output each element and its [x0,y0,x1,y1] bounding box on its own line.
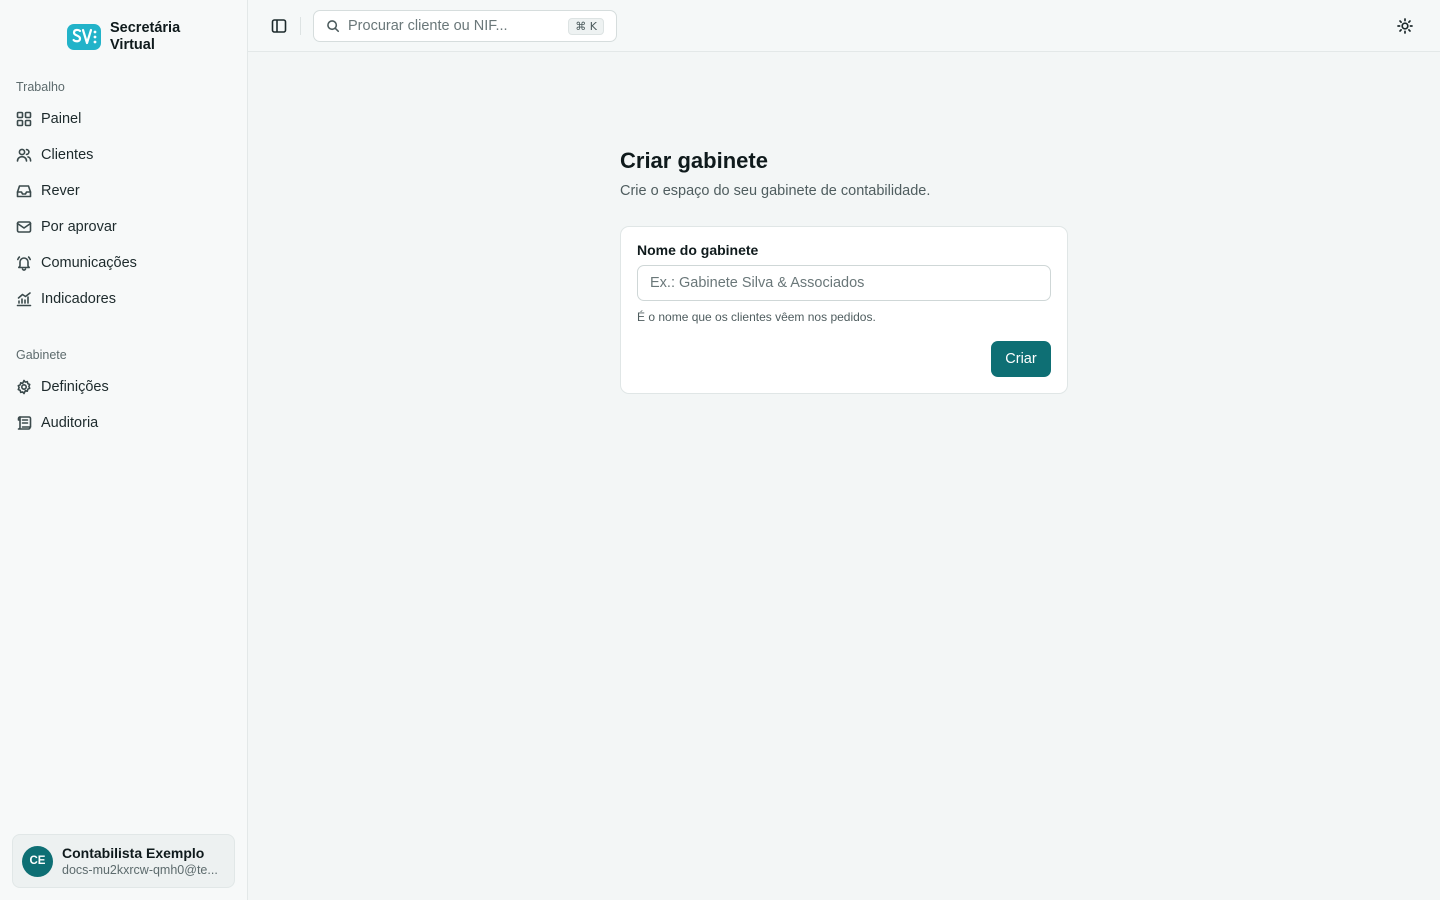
theme-toggle-button[interactable] [1394,15,1416,37]
sidebar-item-label: Clientes [41,147,94,163]
user-name: Contabilista Exemplo [62,845,205,861]
scroll-icon [16,415,32,431]
sun-icon [1397,18,1413,34]
users-icon [16,147,32,163]
sidebar-item-label: Auditoria [41,415,99,431]
chart-icon [16,291,32,307]
inbox-icon [16,183,32,199]
sidebar-item-label: Por aprovar [41,219,117,235]
sidebar-toggle-button[interactable] [268,15,290,37]
search-icon [327,20,340,33]
sidebar-toggle-icon [271,19,287,33]
sidebar-item-label: Definições [41,379,109,395]
sidebar-item-label: Rever [41,183,80,199]
sidebar-item-painel[interactable]: Painel [8,103,238,135]
topbar: ⌘ K [248,0,1440,52]
create-office-form: Nome do gabinete É o nome que os cliente… [620,226,1068,394]
section-label-trabalho: Trabalho [16,80,65,94]
sidebar-item-auditoria[interactable]: Auditoria [8,407,238,439]
sidebar-item-por-aprovar[interactable]: Por aprovar [8,211,238,243]
office-name-input[interactable] [637,265,1051,301]
sidebar: Secretária Virtual Trabalho Painel Clien… [0,0,248,900]
user-menu[interactable]: CE Contabilista Exemplo docs-mu2kxrcw-qm… [12,834,235,888]
page-title: Criar gabinete [620,148,768,173]
sidebar-item-label: Painel [41,111,82,127]
bell-icon [16,255,32,271]
avatar: CE [22,845,53,877]
brand-name: Secretária Virtual [110,20,190,54]
brand-name-line1: Secretária [110,20,181,36]
sidebar-item-comunicacoes[interactable]: Comunicações [8,247,238,279]
logo-icon [67,24,101,50]
user-email: docs-mu2kxrcw-qmh0@te... [62,863,218,877]
office-name-hint: É o nome que os clientes vêem nos pedido… [637,310,876,324]
sidebar-item-indicadores[interactable]: Indicadores [8,283,238,315]
create-button[interactable]: Criar [991,341,1051,377]
sidebar-item-rever[interactable]: Rever [8,175,238,207]
topbar-divider [300,17,301,35]
brand[interactable]: Secretária Virtual [66,18,190,56]
page-subtitle: Crie o espaço do seu gabinete de contabi… [620,183,931,199]
brand-name-line2: Virtual [110,37,155,53]
search-input[interactable] [348,18,563,34]
gear-icon [16,379,32,395]
sidebar-item-definicoes[interactable]: Definições [8,371,238,403]
grid-icon [16,111,32,127]
sidebar-item-clientes[interactable]: Clientes [8,139,238,171]
mail-icon [16,219,32,235]
section-label-gabinete: Gabinete [16,348,67,362]
search-shortcut: ⌘ K [568,18,604,35]
office-name-label: Nome do gabinete [637,242,759,258]
sidebar-item-label: Comunicações [41,255,137,271]
sidebar-item-label: Indicadores [41,291,116,307]
search-box[interactable]: ⌘ K [313,10,617,42]
